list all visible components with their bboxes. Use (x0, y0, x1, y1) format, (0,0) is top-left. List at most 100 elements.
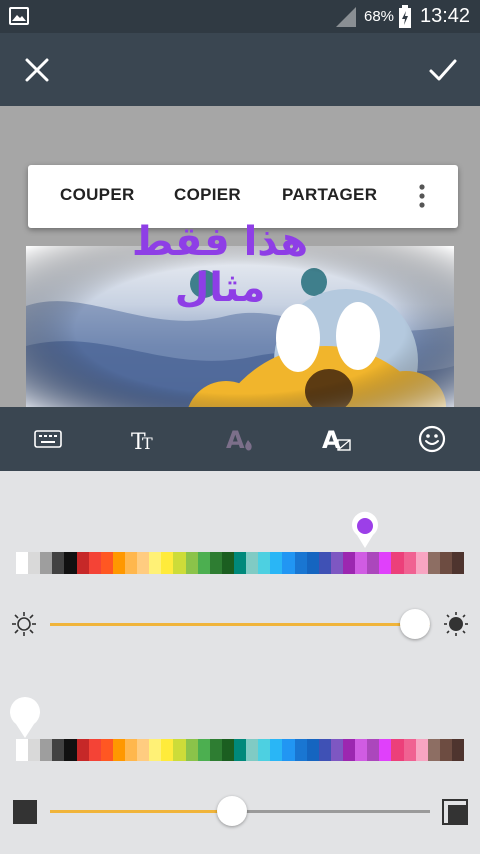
close-icon[interactable] (24, 57, 50, 83)
brightness-slider-thumb[interactable] (399, 609, 430, 639)
opacity-slider-fill (50, 810, 233, 813)
color-swatch[interactable] (28, 739, 41, 761)
color-swatch[interactable] (16, 552, 29, 574)
color-swatch[interactable] (112, 739, 125, 761)
editor-toolbar: TT A A (0, 407, 480, 471)
color-swatch[interactable] (282, 739, 295, 761)
color-swatch[interactable] (52, 552, 65, 574)
color-swatch[interactable] (451, 552, 465, 574)
text-size-icon[interactable]: TT (124, 419, 164, 459)
opacity-slider-thumb[interactable] (217, 796, 248, 826)
color-swatch[interactable] (427, 552, 440, 574)
color-swatch[interactable] (403, 552, 416, 574)
color-swatch[interactable] (185, 739, 198, 761)
color-swatch[interactable] (52, 739, 65, 761)
color-swatch[interactable] (306, 739, 319, 761)
color-swatch[interactable] (197, 552, 210, 574)
color-swatch[interactable] (342, 552, 356, 574)
canvas-area[interactable]: COUPER COPIER PARTAGER هذا فقط مثال (0, 106, 480, 407)
color-swatch[interactable] (76, 552, 89, 574)
color-swatch[interactable] (342, 739, 356, 761)
color-swatch[interactable] (415, 739, 428, 761)
color-swatch[interactable] (246, 552, 259, 574)
color-swatch[interactable] (209, 552, 222, 574)
color-swatch[interactable] (355, 739, 368, 761)
color-swatch[interactable] (367, 552, 380, 574)
color-swatch[interactable] (403, 739, 416, 761)
check-icon[interactable] (428, 57, 458, 83)
background-color-palette[interactable] (16, 739, 465, 761)
more-vert-icon[interactable] (417, 183, 427, 209)
color-swatch[interactable] (258, 739, 271, 761)
copy-button[interactable]: COPIER (174, 185, 241, 205)
color-swatch[interactable] (415, 552, 428, 574)
color-swatch[interactable] (124, 552, 138, 574)
color-swatch[interactable] (88, 552, 101, 574)
color-swatch[interactable] (367, 739, 380, 761)
color-swatch[interactable] (221, 552, 234, 574)
color-swatch[interactable] (100, 552, 113, 574)
text-color-marker[interactable] (350, 511, 380, 549)
color-swatch[interactable] (221, 739, 234, 761)
color-swatch[interactable] (161, 739, 174, 761)
color-swatch[interactable] (306, 552, 319, 574)
color-swatch[interactable] (246, 739, 259, 761)
color-swatch[interactable] (16, 739, 29, 761)
color-swatch[interactable] (439, 552, 452, 574)
background-color-marker[interactable] (8, 697, 42, 739)
color-swatch[interactable] (294, 552, 307, 574)
color-swatch[interactable] (76, 739, 89, 761)
color-swatch[interactable] (318, 739, 331, 761)
color-swatch[interactable] (355, 552, 368, 574)
color-swatch[interactable] (391, 739, 404, 761)
color-swatch[interactable] (137, 552, 150, 574)
text-style-panel (0, 471, 480, 854)
color-swatch[interactable] (258, 552, 271, 574)
color-swatch[interactable] (282, 552, 295, 574)
color-swatch[interactable] (161, 552, 174, 574)
color-swatch[interactable] (124, 739, 138, 761)
color-swatch[interactable] (64, 552, 77, 574)
color-swatch[interactable] (64, 739, 77, 761)
text-color-icon[interactable]: A (220, 419, 260, 459)
color-swatch[interactable] (112, 552, 125, 574)
color-swatch[interactable] (233, 552, 247, 574)
color-swatch[interactable] (330, 552, 343, 574)
color-swatch[interactable] (149, 739, 162, 761)
color-swatch[interactable] (209, 739, 222, 761)
color-swatch[interactable] (330, 739, 343, 761)
color-swatch[interactable] (173, 552, 186, 574)
color-swatch[interactable] (100, 739, 113, 761)
color-swatch[interactable] (318, 552, 331, 574)
emoji-icon[interactable] (412, 419, 452, 459)
color-swatch[interactable] (391, 552, 404, 574)
svg-text:T: T (142, 434, 153, 453)
color-swatch[interactable] (40, 552, 53, 574)
color-swatch[interactable] (137, 739, 150, 761)
color-swatch[interactable] (379, 552, 392, 574)
color-swatch[interactable] (379, 739, 392, 761)
color-swatch[interactable] (40, 739, 53, 761)
color-swatch[interactable] (197, 739, 210, 761)
color-swatch[interactable] (28, 552, 41, 574)
color-swatch[interactable] (294, 739, 307, 761)
brightness-slider-track[interactable] (50, 623, 430, 626)
color-swatch[interactable] (439, 739, 452, 761)
color-swatch[interactable] (88, 739, 101, 761)
color-swatch[interactable] (270, 552, 283, 574)
share-button[interactable]: PARTAGER (282, 185, 377, 205)
text-background-icon[interactable]: A (316, 419, 356, 459)
color-swatch[interactable] (173, 739, 186, 761)
color-swatch[interactable] (233, 739, 247, 761)
color-swatch[interactable] (451, 739, 465, 761)
color-swatch[interactable] (427, 739, 440, 761)
svg-text:A: A (226, 426, 245, 454)
color-swatch[interactable] (149, 552, 162, 574)
cut-button[interactable]: COUPER (60, 185, 135, 205)
color-swatch[interactable] (270, 739, 283, 761)
color-swatch[interactable] (185, 552, 198, 574)
keyboard-icon[interactable] (28, 419, 68, 459)
overlay-text[interactable]: هذا فقط مثال (90, 219, 350, 311)
background-opacity-high-icon (442, 799, 468, 825)
text-color-palette[interactable] (16, 552, 465, 574)
